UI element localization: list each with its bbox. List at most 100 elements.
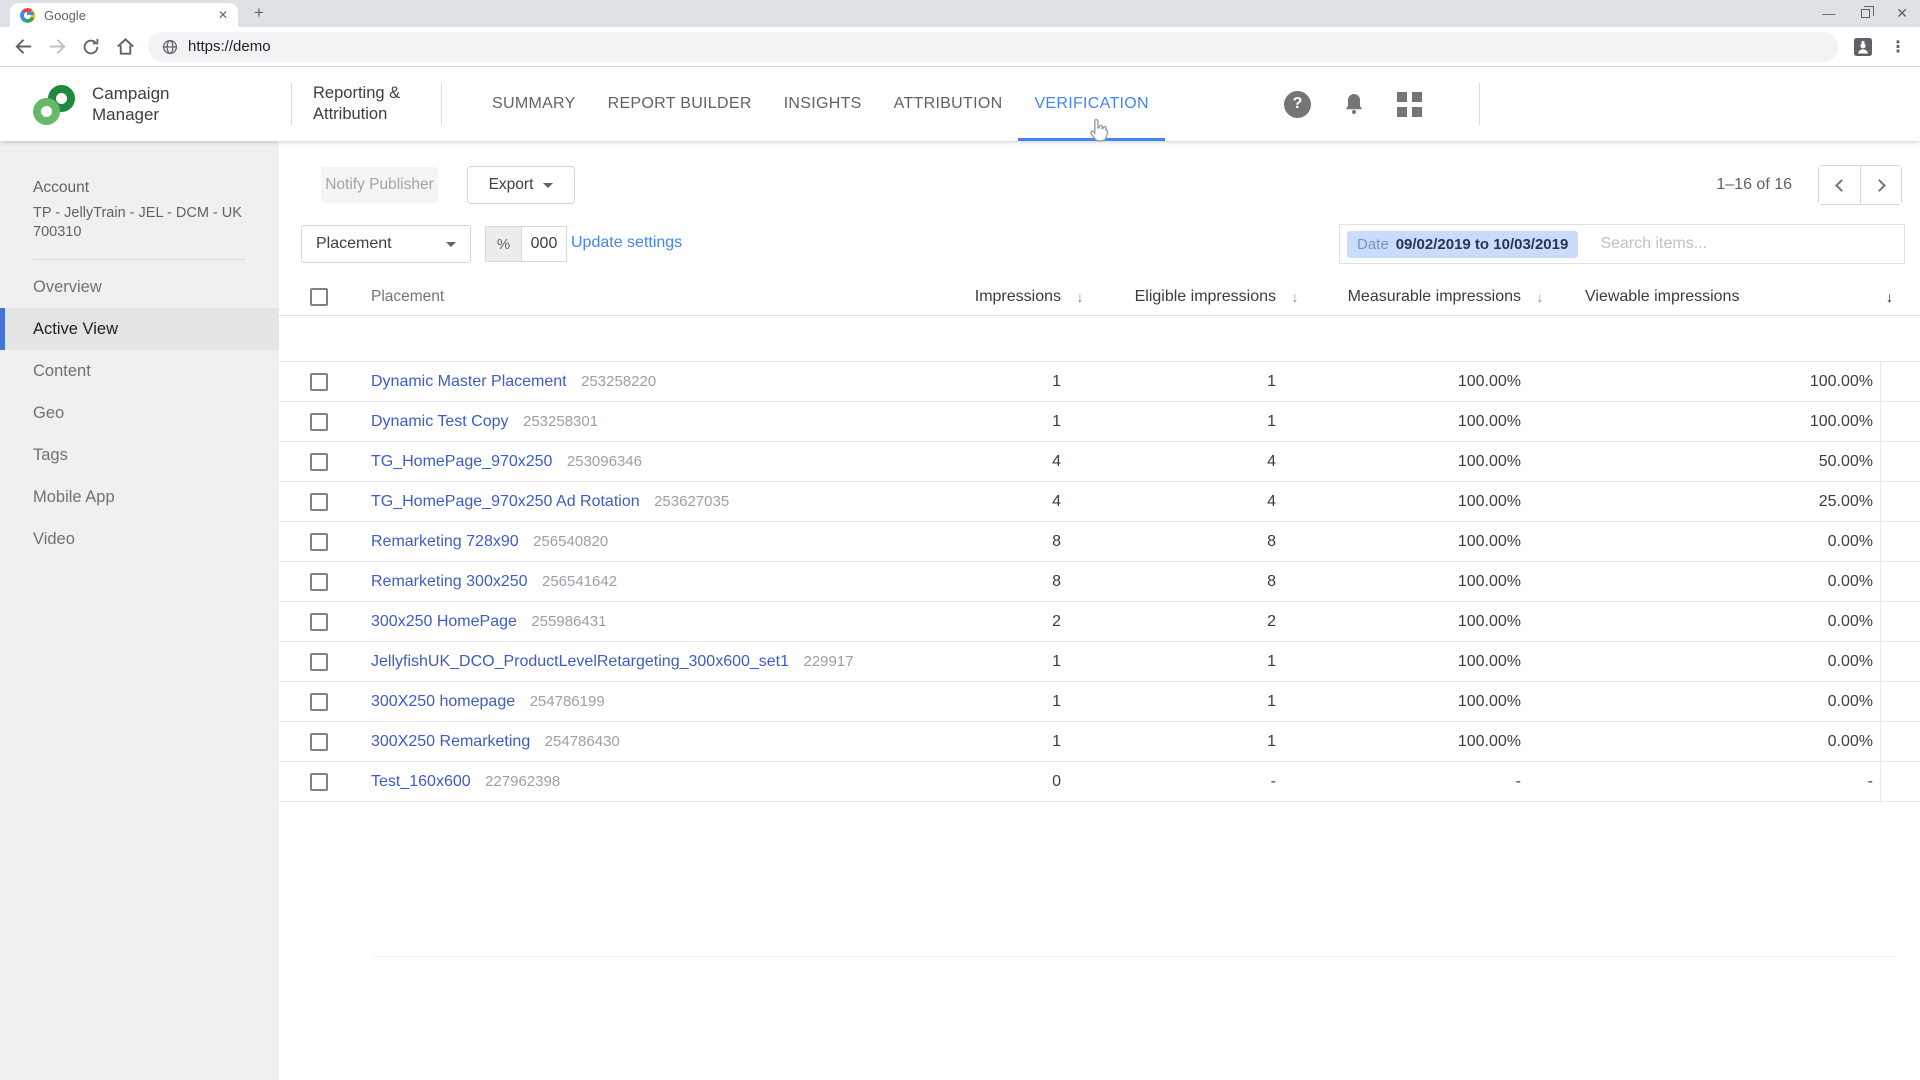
tab-close-icon[interactable]: ✕ [218,8,228,22]
header-divider [441,83,442,125]
sidebar-item-mobile-app[interactable]: Mobile App [0,476,279,518]
row-checkbox[interactable] [310,613,328,631]
sidebar-item-video[interactable]: Video [0,518,279,560]
tab-report-builder[interactable]: REPORT BUILDER [592,67,768,141]
notifications-bell-icon[interactable] [1342,91,1366,117]
table-spacer-row [279,316,1920,362]
impressions-value: 1 [855,653,1065,671]
window-restore-button[interactable] [1861,9,1870,18]
sidebar-item-content[interactable]: Content [0,350,279,392]
placement-link[interactable]: Remarketing 300x250 [371,573,528,590]
home-button[interactable] [108,30,142,64]
table-header: Placement Impressions ↓ Eligible impress… [279,279,1920,316]
header-divider [1479,83,1480,125]
date-range-chip[interactable]: Date 09/02/2019 to 10/03/2019 [1347,231,1578,258]
select-all-checkbox[interactable] [310,288,328,306]
back-button[interactable] [6,30,40,64]
sidebar-item-active-view[interactable]: Active View [0,308,279,350]
forward-button[interactable] [40,30,74,64]
placement-link[interactable]: Dynamic Test Copy [371,413,509,430]
update-settings-link[interactable]: Update settings [571,234,682,252]
measurable-impressions-value: 100.00% [1310,493,1525,511]
column-header-measurable-impressions[interactable]: Measurable impressions [1310,288,1525,306]
viewable-impressions-value: - [1555,773,1880,791]
placement-link[interactable]: Dynamic Master Placement [371,373,567,390]
viewable-impressions-value: 0.00% [1555,733,1880,751]
sidebar-item-overview[interactable]: Overview [0,266,279,308]
measurable-impressions-value: 100.00% [1310,413,1525,431]
sidebar-divider [33,259,246,260]
measurable-impressions-value: 100.00% [1310,613,1525,631]
placement-link[interactable]: 300X250 Remarketing [371,733,530,750]
table-row: 300X250 homepage 254786199 1 1 100.00% 0… [279,682,1920,722]
row-checkbox[interactable] [310,733,328,751]
eligible-impressions-value: 1 [1095,653,1280,671]
row-checkbox[interactable] [310,693,328,711]
main-content: Notify Publisher Export 1–16 of 16 Place… [279,141,1920,1080]
product-name: Reporting & Attribution [313,83,400,125]
eligible-impressions-value: 4 [1095,493,1280,511]
window-close-button[interactable]: ✕ [1896,5,1908,22]
new-tab-button[interactable]: + [254,3,264,23]
notify-publisher-button[interactable]: Notify Publisher [321,167,438,203]
dimension-dropdown[interactable]: Placement [301,225,471,263]
prev-page-button[interactable] [1819,166,1860,204]
sort-icon-eligible-impressions[interactable]: ↓ [1280,289,1310,305]
window-minimize-button[interactable]: — [1822,6,1835,21]
viewable-impressions-value: 100.00% [1555,373,1880,391]
placement-link[interactable]: Remarketing 728x90 [371,533,519,550]
column-header-placement[interactable]: Placement [359,288,855,306]
placement-link[interactable]: 300X250 homepage [371,693,515,710]
tab-attribution[interactable]: ATTRIBUTION [878,67,1019,141]
sort-icon-viewable-impressions[interactable]: ↓ [1880,289,1920,305]
placement-link[interactable]: 300x250 HomePage [371,613,517,630]
placement-link[interactable]: TG_HomePage_970x250 Ad Rotation [371,493,640,510]
placement-link[interactable]: TG_HomePage_970x250 [371,453,552,470]
eligible-impressions-value: 1 [1095,413,1280,431]
placement-id: 254786199 [530,693,605,710]
row-checkbox[interactable] [310,413,328,431]
table-row: Test_160x600 227962398 0 - - - [279,762,1920,802]
column-header-viewable-impressions[interactable]: Viewable impressions [1555,288,1880,306]
measurable-impressions-value: 100.00% [1310,693,1525,711]
placement-link[interactable]: Test_160x600 [371,773,471,790]
google-favicon-icon [20,8,35,23]
row-checkbox[interactable] [310,493,328,511]
table-row: Dynamic Test Copy 253258301 1 1 100.00% … [279,402,1920,442]
sidebar-item-tags[interactable]: Tags [0,434,279,476]
row-checkbox[interactable] [310,533,328,551]
tab-title: Google [44,8,218,23]
column-header-impressions[interactable]: Impressions [855,288,1065,306]
row-checkbox[interactable] [310,773,328,791]
row-checkbox[interactable] [310,373,328,391]
impressions-value: 1 [855,373,1065,391]
placement-link[interactable]: JellyfishUK_DCO_ProductLevelRetargeting_… [371,653,789,670]
sort-icon-impressions[interactable]: ↓ [1065,289,1095,305]
row-checkbox[interactable] [310,453,328,471]
profile-badge-icon[interactable] [1852,36,1874,58]
sort-icon-measurable-impressions[interactable]: ↓ [1525,289,1555,305]
export-button[interactable]: Export [467,166,575,204]
address-bar[interactable]: https://demo [148,32,1838,62]
row-checkbox[interactable] [310,653,328,671]
percent-threshold-input[interactable]: 000 [522,226,567,262]
sidebar-item-geo[interactable]: Geo [0,392,279,434]
row-checkbox[interactable] [310,573,328,591]
next-page-button[interactable] [1860,166,1901,204]
search-field[interactable]: Date 09/02/2019 to 10/03/2019 [1339,224,1905,264]
tab-summary[interactable]: SUMMARY [476,67,592,141]
table-row: Remarketing 728x90 256540820 8 8 100.00%… [279,522,1920,562]
reload-button[interactable] [74,30,108,64]
tab-insights[interactable]: INSIGHTS [768,67,878,141]
impressions-value: 8 [855,573,1065,591]
placement-id: 256541642 [542,573,617,590]
placement-id: 256540820 [533,533,608,550]
apps-grid-icon[interactable] [1397,92,1422,117]
column-header-eligible-impressions[interactable]: Eligible impressions [1095,288,1280,306]
measurable-impressions-value: 100.00% [1310,453,1525,471]
measurable-impressions-value: - [1310,773,1525,791]
help-icon[interactable]: ? [1284,91,1311,118]
search-input[interactable] [1578,235,1904,253]
browser-menu-icon[interactable]: ⋮ [1890,37,1906,57]
browser-tab[interactable]: Google ✕ [10,3,238,27]
